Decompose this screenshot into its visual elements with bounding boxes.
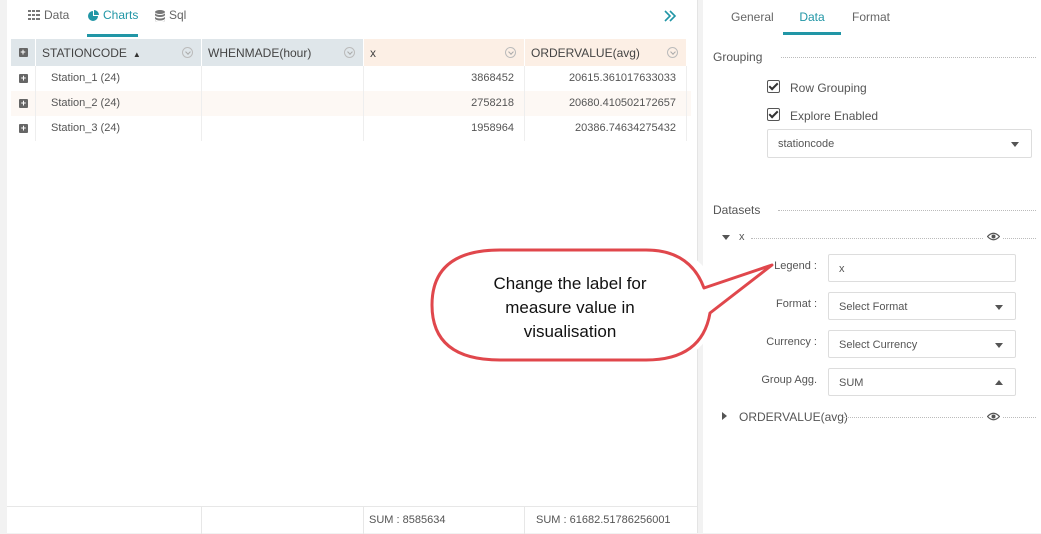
- explore-enabled-checkbox[interactable]: [767, 108, 780, 121]
- row-grouping-checkbox[interactable]: [767, 80, 780, 93]
- column-header-label: STATIONCODE: [42, 45, 127, 60]
- cell-station: Station_1 (24): [36, 66, 202, 91]
- legend-input[interactable]: x: [828, 254, 1016, 282]
- view-tabs: Data Charts Sql: [7, 0, 697, 37]
- tab-data[interactable]: Data: [28, 8, 69, 34]
- tab-charts[interactable]: Charts: [87, 8, 139, 37]
- cell-station: Station_3 (24): [36, 116, 202, 141]
- table-icon: [28, 10, 40, 20]
- table-row[interactable]: + Station_2 (24) 2758218 20680.410502172…: [11, 91, 691, 116]
- grouping-title: Grouping: [713, 50, 763, 64]
- download-icon[interactable]: [505, 47, 516, 58]
- group-agg-label: Group Agg.: [761, 374, 817, 386]
- dataset-x-name[interactable]: x: [739, 231, 745, 243]
- row-grouping-label: Row Grouping: [790, 81, 867, 95]
- cell-x: 1958964: [364, 116, 525, 141]
- download-icon[interactable]: [667, 47, 678, 58]
- grouping-field-value: stationcode: [778, 138, 835, 150]
- expand-row-icon[interactable]: +: [19, 74, 28, 83]
- group-agg-select[interactable]: SUM: [828, 368, 1016, 396]
- tab-data-settings[interactable]: Data: [783, 10, 841, 35]
- cell-x: 3868452: [364, 66, 525, 91]
- explore-enabled-label: Explore Enabled: [790, 109, 879, 123]
- column-header-stationcode[interactable]: STATIONCODE ▲: [36, 39, 202, 66]
- column-header-label: ORDERVALUE(avg): [531, 45, 640, 60]
- table-row[interactable]: + Station_1 (24) 3868452 20615.361017633…: [11, 66, 691, 91]
- data-view-panel: Data Charts Sql + STATIONCODE ▲ WHENMADE(…: [7, 0, 698, 534]
- eye-icon[interactable]: [987, 232, 1000, 241]
- cell-whenmade: [202, 116, 364, 141]
- footer-ordervalue-sum: SUM : 61682.51786256001: [536, 514, 671, 526]
- chevron-down-icon: [995, 305, 1003, 310]
- tab-sql-label: Sql: [169, 8, 187, 22]
- column-header-x[interactable]: x: [364, 39, 525, 66]
- chevron-up-icon: [995, 380, 1003, 385]
- currency-select[interactable]: Select Currency: [828, 330, 1016, 358]
- column-header-whenmade[interactable]: WHENMADE(hour): [202, 39, 364, 66]
- column-header-ordervalue[interactable]: ORDERVALUE(avg): [525, 39, 687, 66]
- download-icon[interactable]: [344, 47, 355, 58]
- settings-panel: General Data Format Grouping Row Groupin…: [703, 0, 1041, 533]
- expand-all-icon[interactable]: +: [18, 48, 28, 57]
- pie-chart-icon: [88, 10, 99, 21]
- download-icon[interactable]: [182, 47, 193, 58]
- cell-whenmade: [202, 91, 364, 116]
- divider: [778, 210, 1036, 211]
- eye-icon[interactable]: [987, 412, 1000, 421]
- cell-x: 2758218: [364, 91, 525, 116]
- chevron-down-icon: [995, 343, 1003, 348]
- expand-dataset-icon[interactable]: [722, 412, 727, 420]
- tab-general[interactable]: General: [731, 10, 774, 32]
- format-select-value: Select Format: [839, 301, 908, 313]
- cell-station: Station_2 (24): [36, 91, 202, 116]
- tab-format[interactable]: Format: [852, 10, 890, 32]
- format-select[interactable]: Select Format: [828, 292, 1016, 320]
- tab-charts-label: Charts: [103, 8, 139, 22]
- format-label: Format :: [776, 298, 817, 310]
- cell-ordervalue: 20680.410502172657: [525, 91, 687, 116]
- currency-select-value: Select Currency: [839, 339, 918, 351]
- cell-whenmade: [202, 66, 364, 91]
- datasets-title: Datasets: [713, 203, 761, 217]
- divider: [751, 238, 983, 239]
- divider: [843, 417, 983, 418]
- database-icon: [155, 10, 165, 22]
- grid-footer: SUM : 8585634 SUM : 61682.51786256001: [7, 506, 697, 534]
- divider: [1003, 417, 1036, 418]
- expand-row-icon[interactable]: +: [19, 99, 28, 108]
- tab-sql[interactable]: Sql: [155, 8, 186, 34]
- table-row[interactable]: + Station_3 (24) 1958964 20386.746342754…: [11, 116, 691, 141]
- double-chevron-right-icon[interactable]: [663, 8, 677, 24]
- footer-x-sum: SUM : 8585634: [364, 507, 525, 534]
- column-header-label: x: [370, 45, 376, 60]
- legend-input-value: x: [839, 263, 845, 275]
- cell-ordervalue: 20615.361017633033: [525, 66, 687, 91]
- dataset-ordervalue-name[interactable]: ORDERVALUE(avg): [739, 410, 848, 424]
- group-agg-value: SUM: [839, 377, 864, 389]
- cell-ordervalue: 20386.74634275432: [525, 116, 687, 141]
- currency-label: Currency :: [766, 336, 817, 348]
- grouping-field-select[interactable]: stationcode: [767, 129, 1032, 158]
- legend-label: Legend :: [774, 260, 817, 272]
- tab-data-label: Data: [44, 8, 70, 22]
- sort-asc-icon[interactable]: ▲: [133, 50, 141, 59]
- expand-row-icon[interactable]: +: [19, 124, 28, 133]
- chevron-down-icon: [1011, 142, 1019, 147]
- column-header-label: WHENMADE(hour): [208, 45, 312, 60]
- divider: [1003, 238, 1036, 239]
- expand-all-header[interactable]: +: [11, 39, 36, 66]
- collapse-dataset-icon[interactable]: [722, 235, 730, 240]
- divider: [781, 57, 1036, 58]
